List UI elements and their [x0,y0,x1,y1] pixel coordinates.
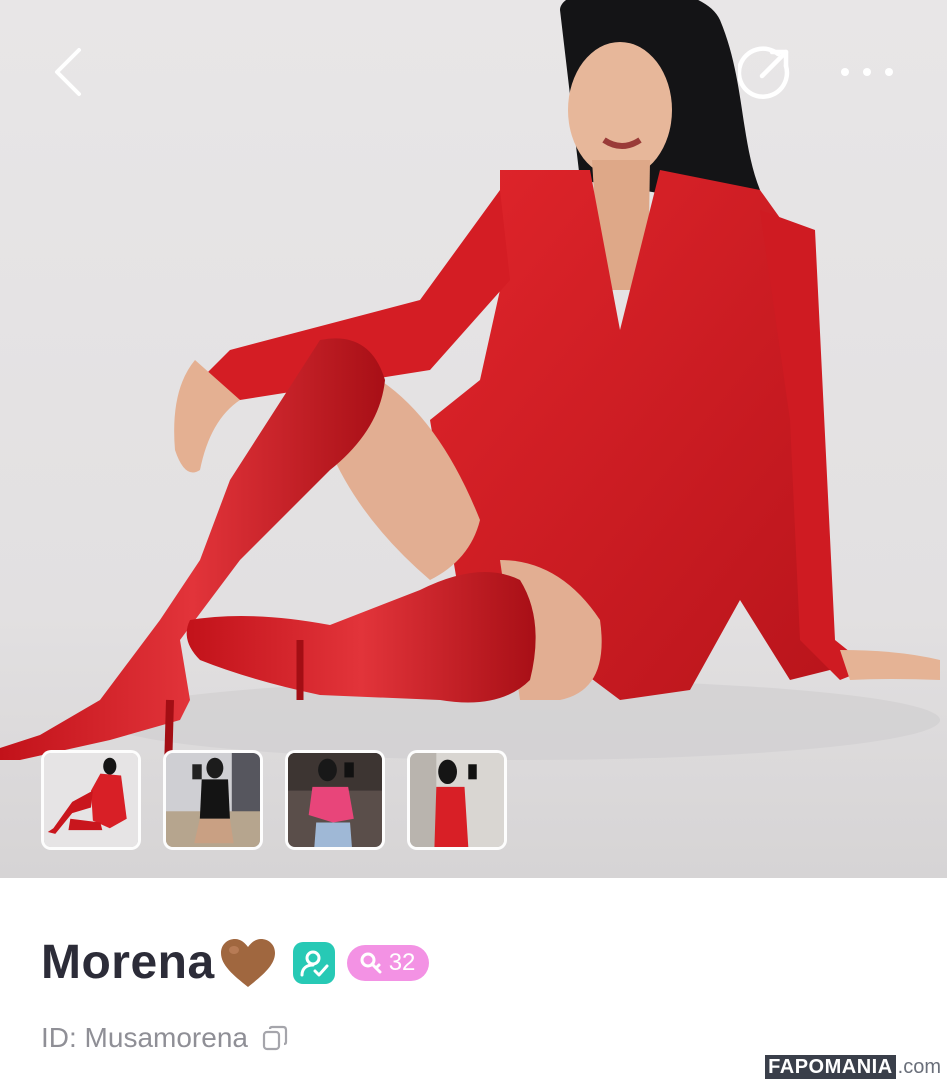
profile-main-photo [0,0,947,878]
verified-badge [292,942,335,984]
thumbnail-2-image [166,753,260,847]
more-dots-icon [841,68,893,76]
chevron-left-icon [55,48,81,96]
more-options-button[interactable] [834,48,900,96]
level-value: 32 [388,949,416,976]
verified-user-icon [300,950,329,977]
thumbnail-2[interactable] [163,750,263,850]
thumbnail-1-image [44,753,138,847]
share-button[interactable] [736,42,796,102]
thumbnail-3[interactable] [285,750,385,850]
thumbnail-3-image [288,753,382,847]
level-badge: 32 [346,945,430,981]
thumbnail-4[interactable] [407,750,507,850]
profile-info: Morena 32 ID: Musamorena FAPOMANIA .com [0,878,947,1080]
photo-thumbnail-strip [41,750,507,856]
share-arrow-icon [738,46,790,99]
back-button[interactable] [40,40,96,104]
profile-photo-gallery[interactable] [0,0,947,878]
thumbnail-4-image [410,753,504,847]
thumbnail-1[interactable] [41,750,141,850]
watermark-tld: .com [897,1055,941,1078]
watermark-brand: FAPOMANIA [765,1055,896,1079]
site-watermark: FAPOMANIA .com [759,1054,947,1080]
brown-heart-icon [220,939,275,987]
level-key-icon [360,952,382,974]
profile-id-row: ID: Musamorena [41,1018,288,1058]
profile-name: Morena [41,936,215,989]
copy-icon[interactable] [262,1025,288,1051]
profile-name-row: Morena 32 [41,932,430,994]
profile-id: ID: Musamorena [41,1022,248,1053]
